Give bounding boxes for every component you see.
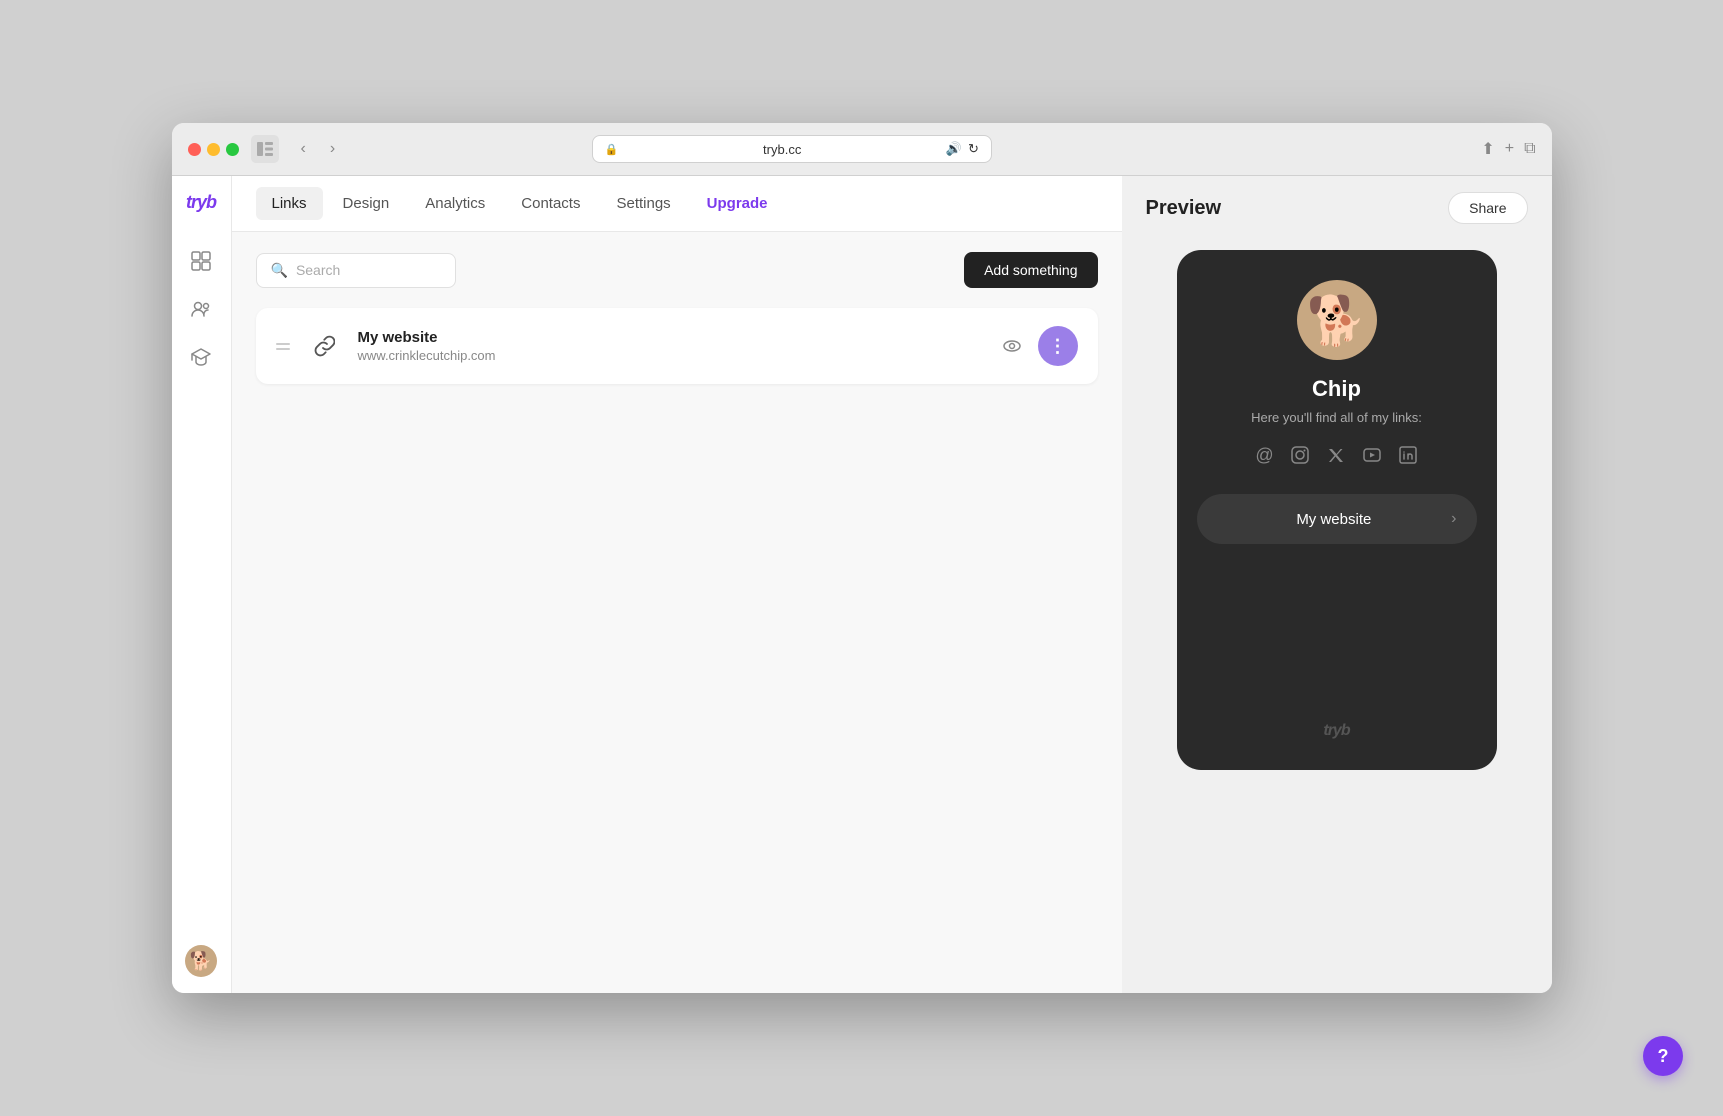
- twitter-social-icon[interactable]: [1326, 445, 1346, 470]
- minimize-button[interactable]: [207, 143, 220, 156]
- tabs-overview-button[interactable]: ⧉: [1524, 140, 1535, 158]
- search-placeholder: Search: [296, 262, 340, 278]
- phone-bio: Here you'll find all of my links:: [1251, 410, 1422, 425]
- drag-handle[interactable]: [276, 343, 290, 350]
- sidebar-item-learn[interactable]: [181, 337, 221, 377]
- sidebar-item-contacts[interactable]: [181, 289, 221, 329]
- traffic-lights: [188, 143, 239, 156]
- link-title: My website: [358, 329, 978, 346]
- tab-analytics[interactable]: Analytics: [409, 187, 501, 220]
- share-browser-button[interactable]: ⬆: [1481, 139, 1494, 159]
- search-icon: 🔍: [271, 262, 288, 279]
- link-url: www.crinklecutchip.com: [358, 348, 978, 363]
- back-button[interactable]: ‹: [295, 138, 312, 160]
- preview-phone: 🐕 Chip Here you'll find all of my links:…: [1177, 250, 1497, 770]
- preview-panel: Preview Share 🐕 Chip Here you'll find al…: [1122, 176, 1552, 993]
- tab-links[interactable]: Links: [256, 187, 323, 220]
- content-toolbar: 🔍 Search Add something: [256, 252, 1098, 288]
- refresh-icon[interactable]: ↻: [968, 141, 979, 157]
- maximize-button[interactable]: [226, 143, 239, 156]
- link-icon: [306, 328, 342, 364]
- search-box[interactable]: 🔍 Search: [256, 253, 456, 288]
- audio-icon: 🔊: [946, 141, 962, 157]
- browser-chrome: ‹ › 🔒 tryb.cc 🔊 ↻ ⬆ + ⧉: [172, 123, 1552, 176]
- instagram-social-icon[interactable]: [1290, 445, 1310, 470]
- app-container: tryb: [172, 176, 1552, 993]
- phone-social-icons: @: [1255, 445, 1417, 470]
- address-bar[interactable]: 🔒 tryb.cc 🔊 ↻: [592, 135, 992, 163]
- phone-link-label: My website: [1217, 511, 1452, 528]
- more-options-button[interactable]: ⋮: [1038, 326, 1078, 366]
- tab-settings[interactable]: Settings: [600, 187, 686, 220]
- url-text: tryb.cc: [625, 142, 940, 157]
- forward-button[interactable]: ›: [324, 138, 341, 160]
- linkedin-social-icon[interactable]: [1398, 445, 1418, 470]
- tab-upgrade[interactable]: Upgrade: [691, 187, 784, 220]
- browser-actions: ⬆ + ⧉: [1481, 139, 1535, 159]
- youtube-social-icon[interactable]: [1362, 445, 1382, 470]
- sidebar-item-blocks[interactable]: [181, 241, 221, 281]
- phone-username: Chip: [1312, 376, 1361, 402]
- tab-contacts[interactable]: Contacts: [505, 187, 596, 220]
- new-tab-button[interactable]: +: [1505, 140, 1514, 158]
- user-avatar[interactable]: 🐕: [185, 945, 217, 977]
- nav-tabs: Links Design Analytics Contacts Settings…: [256, 187, 784, 220]
- preview-phone-wrap: 🐕 Chip Here you'll find all of my links:…: [1122, 240, 1552, 993]
- tab-design[interactable]: Design: [327, 187, 406, 220]
- link-info: My website www.crinklecutchip.com: [358, 329, 978, 363]
- main-content: Links Design Analytics Contacts Settings…: [232, 176, 1122, 993]
- preview-title: Preview: [1146, 197, 1222, 220]
- phone-link-arrow: ›: [1451, 510, 1456, 528]
- lock-icon: 🔒: [605, 143, 619, 156]
- close-button[interactable]: [188, 143, 201, 156]
- drag-line-2: [276, 348, 290, 350]
- link-actions: ⋮: [994, 326, 1078, 366]
- sidebar-bottom: 🐕: [185, 945, 217, 977]
- drag-line-1: [276, 343, 290, 345]
- link-card: My website www.crinklecutchip.com ⋮: [256, 308, 1098, 384]
- sidebar-icons: tryb: [172, 176, 232, 993]
- share-button[interactable]: Share: [1448, 192, 1527, 224]
- phone-watermark: tryb: [1323, 692, 1349, 740]
- avatar: 🐕: [1297, 280, 1377, 360]
- app-logo[interactable]: tryb: [186, 192, 216, 213]
- preview-header: Preview Share: [1122, 176, 1552, 240]
- visibility-toggle-button[interactable]: [994, 328, 1030, 364]
- help-button[interactable]: ?: [1643, 1036, 1683, 1076]
- phone-link-button[interactable]: My website ›: [1197, 494, 1477, 544]
- content-area: 🔍 Search Add something: [232, 232, 1122, 993]
- sidebar-toggle-button[interactable]: [251, 135, 279, 163]
- email-social-icon[interactable]: @: [1255, 445, 1273, 470]
- top-nav: Links Design Analytics Contacts Settings…: [232, 176, 1122, 232]
- add-something-button[interactable]: Add something: [964, 252, 1097, 288]
